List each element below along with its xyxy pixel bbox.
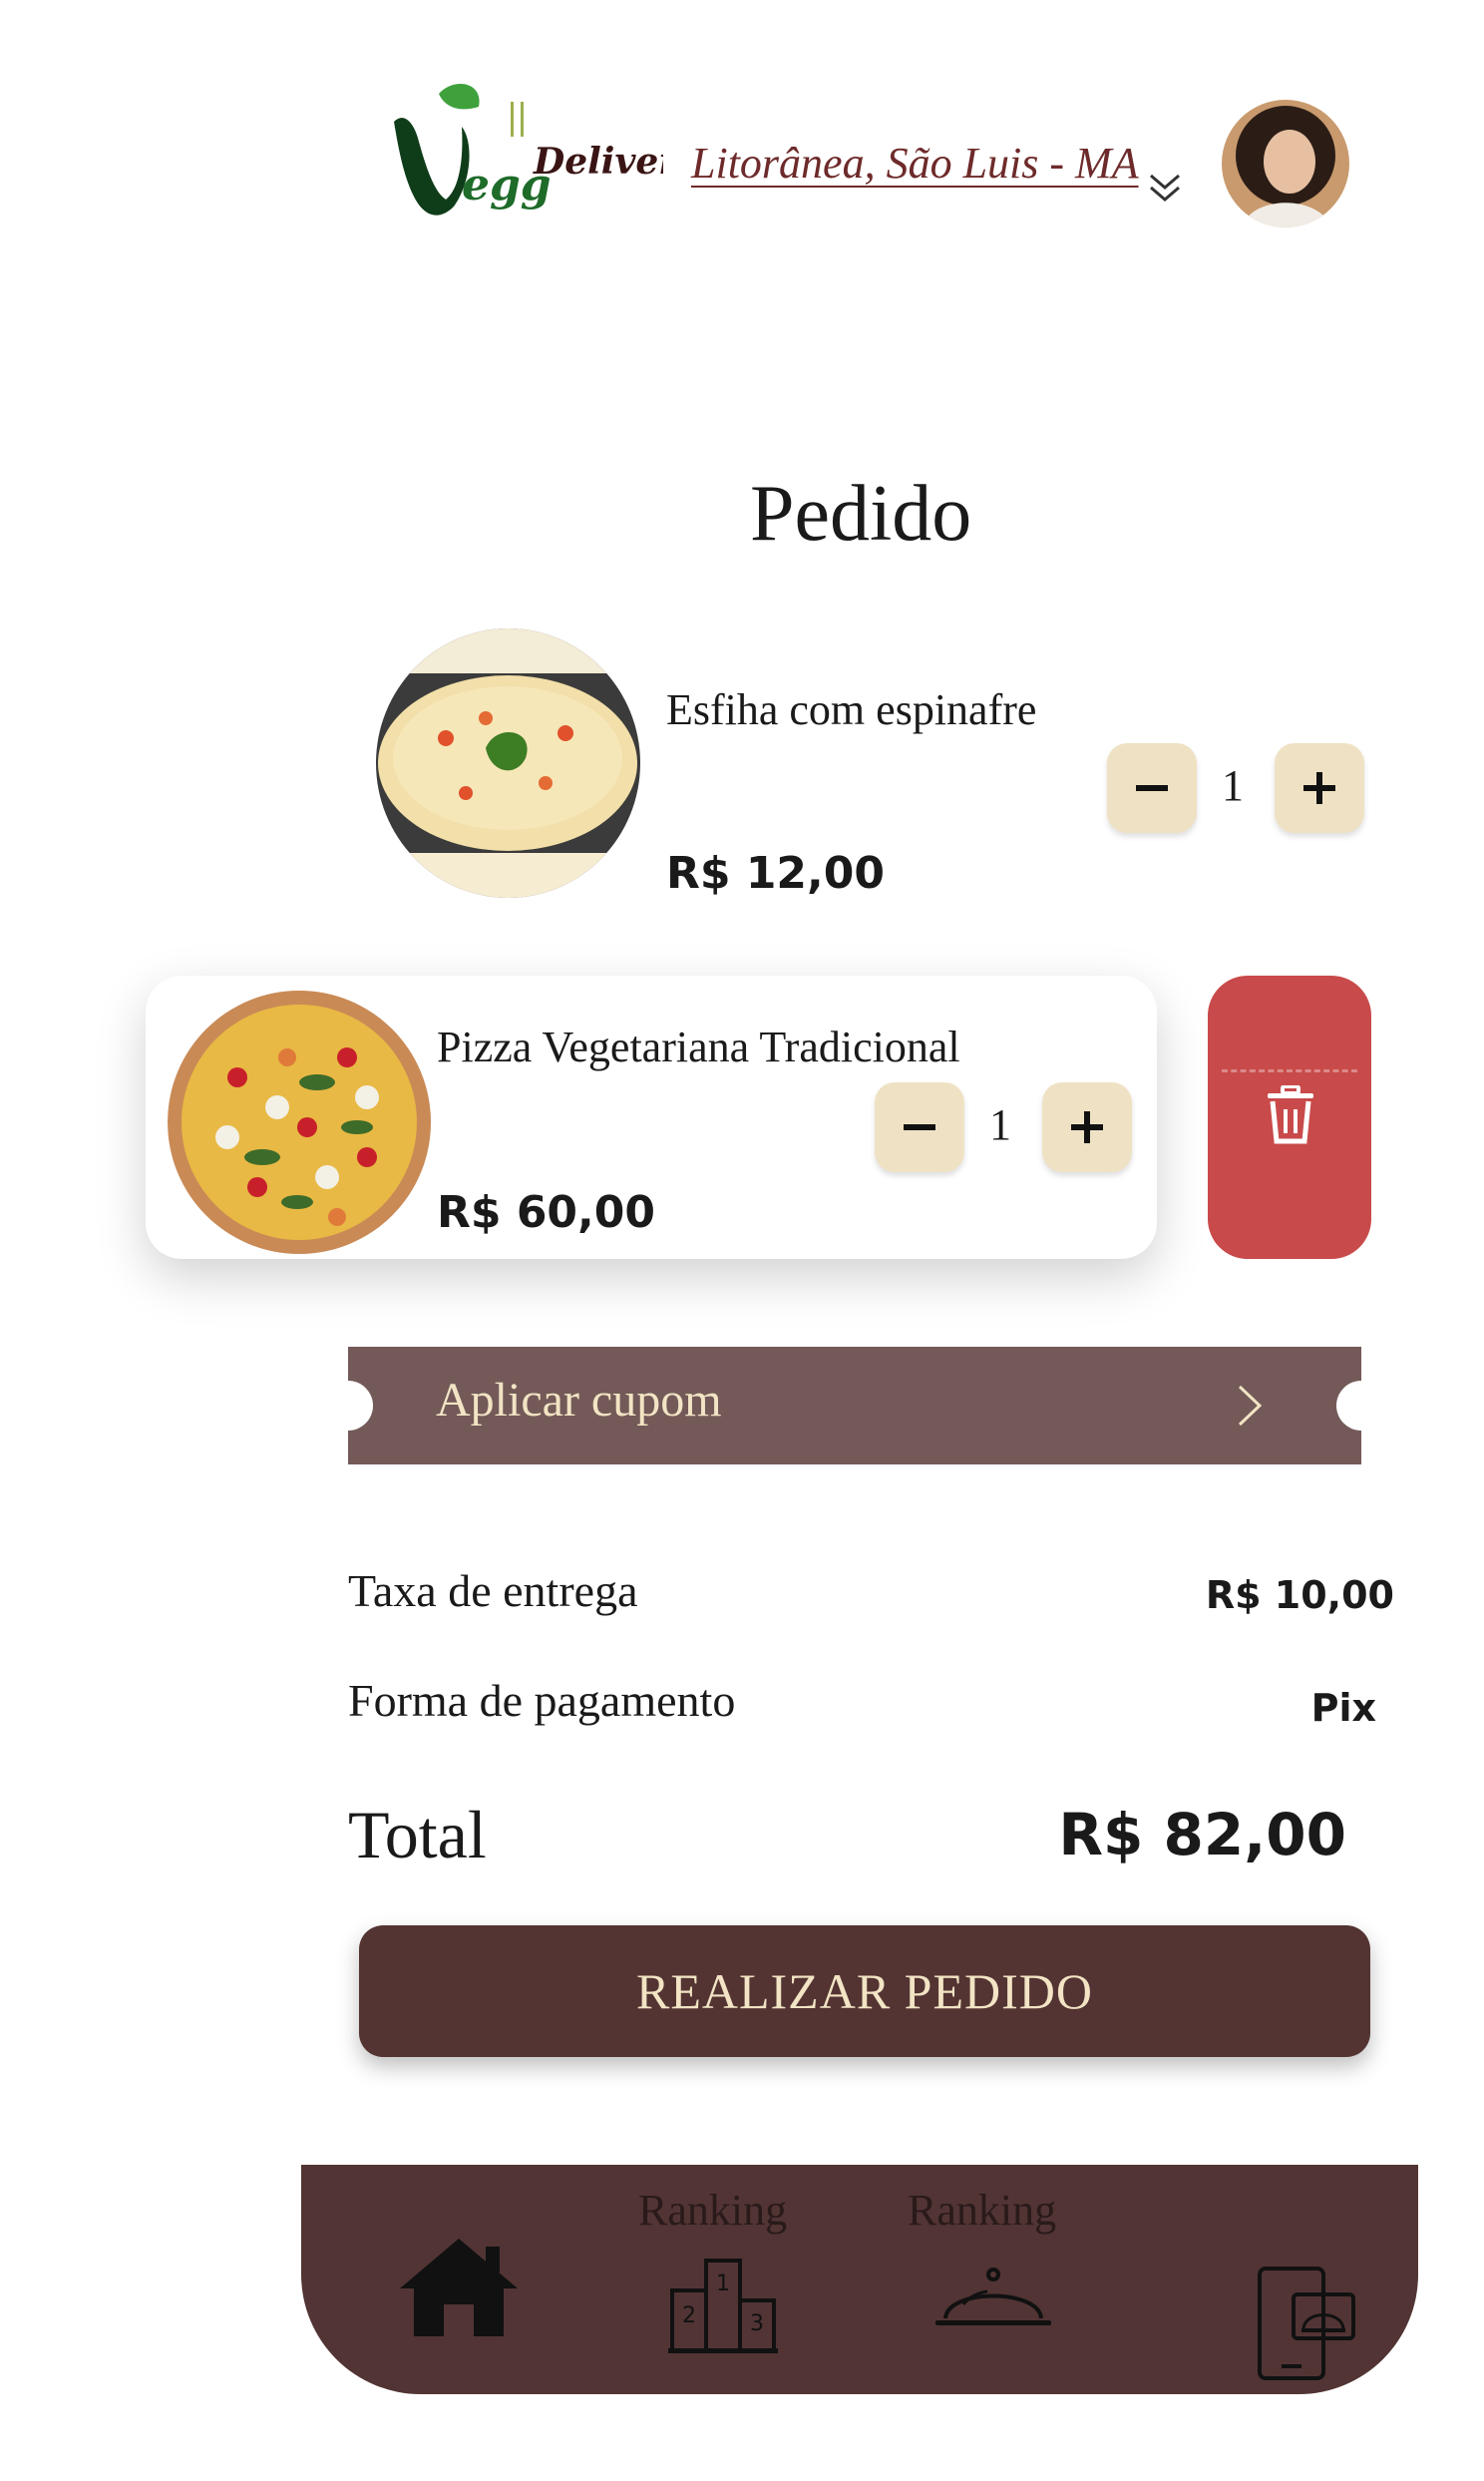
cloche-icon: [935, 2268, 1051, 2325]
increase-quantity-button[interactable]: [1275, 743, 1364, 833]
plus-icon: [1071, 1111, 1103, 1143]
divider: [1222, 1069, 1357, 1072]
nav-home[interactable]: [394, 2233, 524, 2342]
svg-text:3: 3: [750, 2311, 764, 2336]
total-value: R$ 82,00: [1058, 1801, 1346, 1868]
quantity-value: 1: [1222, 761, 1244, 810]
home-icon: [400, 2239, 518, 2336]
item-name: Esfiha com espinafre: [666, 685, 1037, 734]
chevron-down-icon[interactable]: [1145, 168, 1185, 207]
nav-ranking-orders[interactable]: Ranking: [908, 2185, 1077, 2364]
minus-icon: [1136, 785, 1168, 791]
minus-icon: [904, 1124, 935, 1130]
esfiha-image: [376, 628, 640, 898]
decrease-quantity-button[interactable]: [875, 1082, 964, 1172]
podium-icon: 1 2 3: [668, 2259, 778, 2353]
location-selector[interactable]: Litorânea, São Luis - MA: [691, 138, 1139, 189]
page-title: Pedido: [750, 470, 972, 558]
delete-item-button[interactable]: [1208, 976, 1371, 1259]
item-price: R$ 12,00: [666, 848, 885, 899]
plus-icon: [1303, 772, 1335, 804]
pizza-image: [168, 988, 432, 1257]
place-order-button[interactable]: REALIZAR PEDIDO: [359, 1925, 1370, 2057]
svg-text:1: 1: [716, 2272, 730, 2296]
coupon-label: Aplicar cupom: [436, 1374, 722, 1427]
svg-text:Delivery: Delivery: [533, 141, 663, 183]
nav-ranking-podium[interactable]: Ranking 1 2 3: [638, 2185, 798, 2364]
nav-label: Ranking: [638, 2186, 788, 2235]
delivery-fee-label: Taxa de entrega: [348, 1565, 638, 1616]
item-price: R$ 60,00: [437, 1187, 655, 1238]
total-label: Total: [348, 1797, 487, 1872]
delivery-fee-value: R$ 10,00: [1205, 1573, 1394, 1617]
trash-icon: [1268, 1085, 1313, 1144]
user-avatar[interactable]: [1222, 100, 1349, 227]
chevron-right-icon: [1238, 1385, 1263, 1427]
payment-method-label: Forma de pagamento: [348, 1675, 736, 1726]
nav-label: Ranking: [908, 2186, 1057, 2235]
item-name: Pizza Vegetariana Tradicional: [437, 1023, 960, 1071]
increase-quantity-button[interactable]: [1042, 1082, 1132, 1172]
phone-order-icon: [1258, 2267, 1355, 2380]
payment-method-value[interactable]: Pix: [1311, 1686, 1376, 1730]
nav-phone-orders[interactable]: [1252, 2265, 1361, 2384]
svg-text:2: 2: [682, 2303, 696, 2328]
brand-logo: egg Delivery: [384, 82, 700, 231]
apply-coupon-button[interactable]: Aplicar cupom: [323, 1347, 1386, 1464]
quantity-value: 1: [989, 1100, 1011, 1149]
decrease-quantity-button[interactable]: [1107, 743, 1197, 833]
